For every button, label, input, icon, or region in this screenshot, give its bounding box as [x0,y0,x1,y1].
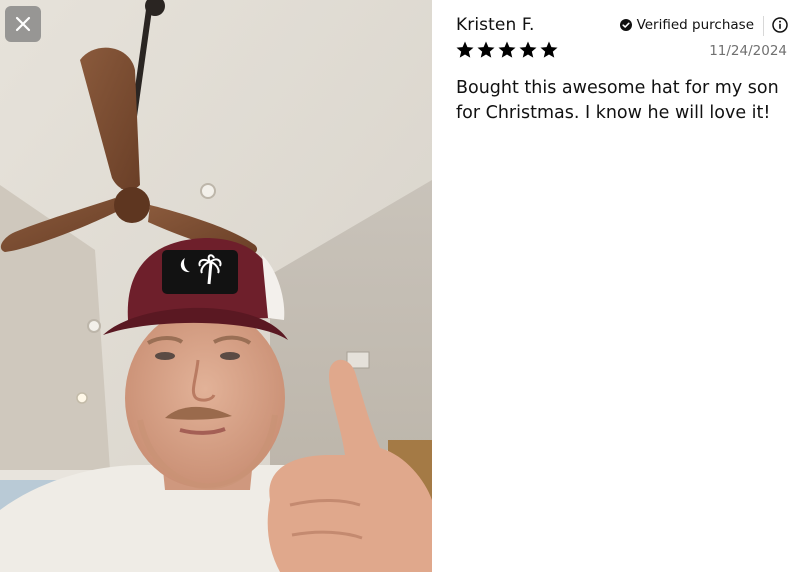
review-photo [0,0,432,572]
star-icon [518,40,538,60]
star-rating [455,40,559,60]
star-icon [476,40,496,60]
close-button[interactable] [5,6,41,42]
review-date: 11/24/2024 [709,43,787,59]
check-circle-icon [619,19,632,31]
review-body: Bought this awesome hat for my son for C… [456,78,779,123]
close-icon[interactable] [15,16,31,32]
star-icon [455,40,475,60]
star-icon [539,40,559,60]
verified-badge: Verified purchase [619,17,754,33]
divider [763,16,764,36]
verified-label: Verified purchase [636,17,754,33]
info-icon[interactable] [772,17,788,33]
reviewer-name: Kristen F. [456,15,535,35]
star-icon [497,40,517,60]
review-panel: Kristen F. Verified purchase 11/24/2024 … [432,0,800,572]
